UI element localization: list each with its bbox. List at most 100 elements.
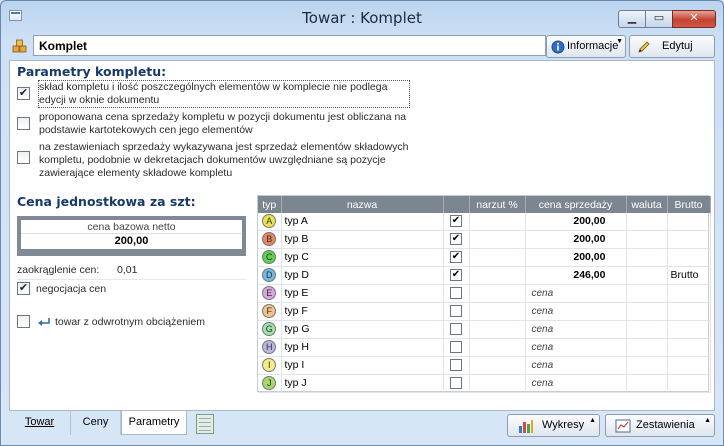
table-row[interactable]: Htyp H cena — [258, 338, 711, 357]
table-row[interactable]: Atyp A ✔ 200,00 — [258, 213, 711, 231]
gross-cell[interactable] — [667, 374, 711, 393]
name-cell[interactable]: typ E — [281, 284, 444, 303]
reverse-charge-option[interactable]: towar z odwrotnym obciążeniem — [17, 314, 247, 330]
option-fixed-composition[interactable]: ✔ skład kompletu i ilość poszczególnych … — [17, 80, 417, 109]
col-header-check[interactable] — [443, 196, 470, 213]
maximize-button[interactable]: ▭ — [645, 10, 673, 28]
price-active-checkbox[interactable] — [450, 377, 462, 390]
gross-cell[interactable] — [667, 338, 711, 357]
tab-ceny[interactable]: Ceny — [71, 411, 121, 435]
markup-cell[interactable] — [469, 338, 526, 357]
gross-cell[interactable] — [667, 356, 711, 375]
title-bar[interactable]: Towar : Komplet ▁ ▭ ✕ — [1, 1, 723, 31]
price-active-checkbox[interactable] — [450, 287, 462, 300]
price-active-checkbox[interactable] — [450, 305, 462, 318]
negotiation-checkbox[interactable]: ✔ — [17, 282, 30, 295]
price-cell[interactable]: 246,00 — [525, 266, 627, 285]
col-header-brutto[interactable]: Brutto — [667, 196, 711, 213]
name-cell[interactable]: typ J — [281, 374, 444, 393]
name-cell[interactable]: typ A — [281, 213, 444, 231]
charts-button[interactable]: Wykresy ▲ — [507, 414, 600, 437]
price-cell[interactable]: 200,00 — [525, 248, 627, 267]
notes-icon[interactable] — [196, 414, 214, 434]
price-types-grid[interactable]: typ nazwa narzut % cena sprzedaży waluta… — [257, 195, 711, 393]
currency-cell[interactable] — [626, 338, 668, 357]
price-cell[interactable]: cena — [525, 302, 627, 321]
currency-cell[interactable] — [626, 302, 668, 321]
table-row[interactable]: Btyp B ✔ 200,00 — [258, 230, 711, 249]
price-active-checkbox[interactable] — [450, 323, 462, 336]
close-button[interactable]: ✕ — [672, 10, 716, 28]
price-active-checkbox[interactable]: ✔ — [450, 269, 462, 282]
price-cell[interactable]: 200,00 — [525, 213, 627, 231]
markup-cell[interactable] — [469, 213, 526, 231]
option-sales-by-elements[interactable]: na zestawieniach sprzedaży wykazywana je… — [17, 141, 417, 181]
reverse-charge-checkbox[interactable] — [17, 315, 30, 328]
gross-cell[interactable]: Brutto — [667, 266, 711, 285]
option-fixed-composition-checkbox[interactable]: ✔ — [17, 87, 30, 100]
name-cell[interactable]: typ G — [281, 320, 444, 339]
table-row[interactable]: Dtyp D ✔ 246,00 Brutto — [258, 266, 711, 285]
col-header-waluta[interactable]: waluta — [626, 196, 668, 213]
gross-cell[interactable] — [667, 302, 711, 321]
col-header-typ[interactable]: typ — [258, 196, 282, 213]
reports-button[interactable]: Zestawienia ▲ — [605, 414, 715, 437]
currency-cell[interactable] — [626, 284, 668, 303]
gross-cell[interactable] — [667, 284, 711, 303]
tab-towar[interactable]: Towar — [9, 411, 71, 435]
markup-cell[interactable] — [469, 374, 526, 393]
name-cell[interactable]: typ C — [281, 248, 444, 267]
currency-cell[interactable] — [626, 320, 668, 339]
edit-button[interactable]: Edytuj — [629, 35, 715, 58]
col-header-cena[interactable]: cena sprzedaży — [525, 196, 627, 213]
price-cell[interactable]: cena — [525, 356, 627, 375]
product-name-field[interactable]: Komplet — [33, 35, 546, 56]
price-cell[interactable]: cena — [525, 338, 627, 357]
gross-cell[interactable] — [667, 320, 711, 339]
col-header-nazwa[interactable]: nazwa — [281, 196, 444, 213]
currency-cell[interactable] — [626, 374, 668, 393]
name-cell[interactable]: typ D — [281, 266, 444, 285]
currency-cell[interactable] — [626, 356, 668, 375]
name-cell[interactable]: typ I — [281, 356, 444, 375]
markup-cell[interactable] — [469, 302, 526, 321]
price-active-checkbox[interactable] — [450, 359, 462, 372]
currency-cell[interactable] — [626, 230, 668, 249]
price-active-checkbox[interactable]: ✔ — [450, 233, 462, 246]
tab-parametry[interactable]: Parametry — [121, 411, 187, 435]
markup-cell[interactable] — [469, 266, 526, 285]
markup-cell[interactable] — [469, 230, 526, 249]
option-sales-by-elements-checkbox[interactable] — [17, 151, 30, 164]
price-cell[interactable]: cena — [525, 320, 627, 339]
negotiation-option[interactable]: ✔ negocjacja cen — [17, 281, 217, 297]
name-cell[interactable]: typ F — [281, 302, 444, 321]
info-button[interactable]: Informacje ▼ — [546, 35, 626, 58]
gross-cell[interactable] — [667, 248, 711, 267]
base-price-value[interactable]: 200,00 — [21, 234, 242, 249]
minimize-button[interactable]: ▁ — [618, 10, 646, 28]
col-header-narzut[interactable]: narzut % — [469, 196, 526, 213]
table-row[interactable]: Jtyp J cena — [258, 374, 711, 393]
rounding-value[interactable]: 0,01 — [117, 264, 137, 276]
table-row[interactable]: Etyp E cena — [258, 284, 711, 303]
table-row[interactable]: Gtyp G cena — [258, 320, 711, 339]
currency-cell[interactable] — [626, 248, 668, 267]
currency-cell[interactable] — [626, 266, 668, 285]
table-row[interactable]: Ftyp F cena — [258, 302, 711, 321]
table-row[interactable]: Ctyp C ✔ 200,00 — [258, 248, 711, 267]
markup-cell[interactable] — [469, 248, 526, 267]
option-price-from-elements-checkbox[interactable] — [17, 117, 30, 130]
price-cell[interactable]: cena — [525, 374, 627, 393]
option-price-from-elements[interactable]: proponowana cena sprzedaży kompletu w po… — [17, 111, 417, 139]
gross-cell[interactable] — [667, 230, 711, 249]
price-cell[interactable]: 200,00 — [525, 230, 627, 249]
markup-cell[interactable] — [469, 284, 526, 303]
markup-cell[interactable] — [469, 356, 526, 375]
price-active-checkbox[interactable]: ✔ — [450, 251, 462, 264]
table-row[interactable]: Ityp I cena — [258, 356, 711, 375]
currency-cell[interactable] — [626, 213, 668, 231]
price-cell[interactable]: cena — [525, 284, 627, 303]
gross-cell[interactable] — [667, 213, 711, 231]
price-active-checkbox[interactable]: ✔ — [450, 215, 462, 228]
name-cell[interactable]: typ H — [281, 338, 444, 357]
